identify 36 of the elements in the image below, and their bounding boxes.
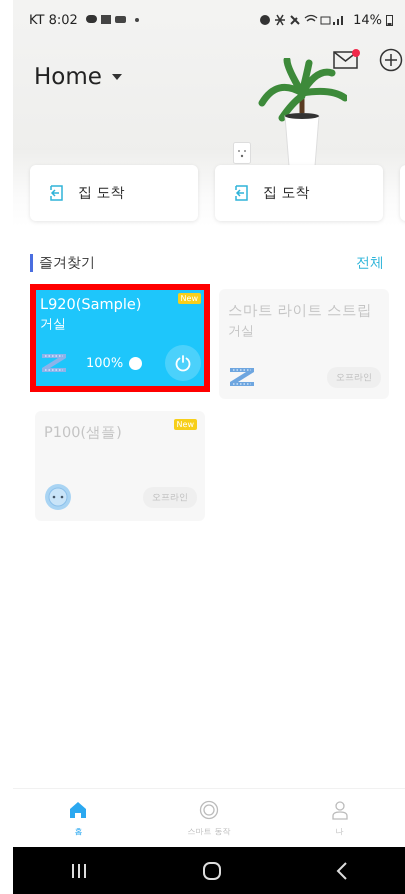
nav-tab[interactable]: 나 [274,789,405,847]
rounded-square-icon [202,860,222,880]
caret-icon [112,74,122,80]
mail-button[interactable] [333,48,361,72]
device-name: L920(Sample) [40,297,142,313]
back-icon [336,862,348,880]
scene-label: 집 도착 [78,184,124,202]
enter-door-icon [48,185,64,201]
status-dot-icon [129,356,142,370]
light-strip-icon [40,351,68,375]
device-card[interactable]: L920(Sample) New 거실 100% [30,284,210,392]
add-button[interactable] [379,48,403,72]
home-selector[interactable]: Home [34,64,122,90]
power-icon [174,354,192,372]
carrier-time: KT 8:02 [29,12,78,28]
scene-label: 집 도착 [263,184,310,202]
new-badge: New [178,293,201,304]
scene-card[interactable]: 집 도착 [30,165,198,221]
notification-icons-drawing [86,14,142,26]
room-label: 거실 [40,316,67,333]
new-badge: New [174,419,197,430]
three-bars-icon [70,862,88,878]
see-all-link[interactable]: 전체 [356,254,384,272]
section-title: 즐겨찾기 [30,254,95,272]
wall-outlet-drawing [233,142,251,164]
smart-plug-icon [44,483,72,511]
light-strip-icon [228,365,256,389]
battery-percent: 14% [353,12,382,28]
nav-tab[interactable]: 스마트 동작 [144,789,274,847]
enter-door-icon [233,185,249,201]
target-icon [199,800,219,820]
home-icon [68,800,88,820]
nav-tab[interactable]: 홈 [13,789,144,847]
battery-icon [386,14,393,26]
brightness-value: 100% [86,356,124,370]
person-icon [330,800,350,820]
